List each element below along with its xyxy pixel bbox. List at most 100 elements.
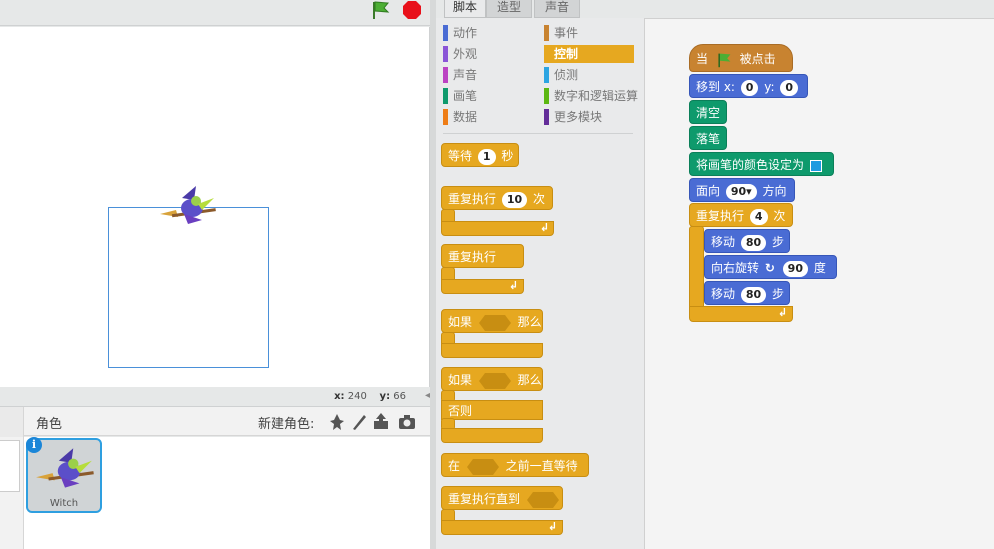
new-sprite-label: 新建角色: xyxy=(258,417,315,432)
block-repeat-4[interactable]: 重复执行 4 次 xyxy=(689,203,793,227)
camera-sprite-icon[interactable] xyxy=(397,412,417,432)
category-swatch xyxy=(544,46,549,62)
stage-toolbar xyxy=(0,0,430,26)
condition-slot[interactable] xyxy=(466,458,499,475)
wait-seconds-input[interactable]: 1 xyxy=(477,148,496,165)
block-when-flag-clicked[interactable]: 当 被点击 xyxy=(689,44,793,72)
block-pen-down[interactable]: 落笔 xyxy=(689,126,727,150)
tab-costumes[interactable]: 造型 xyxy=(486,0,532,18)
turn-degrees-input[interactable]: 90 xyxy=(782,260,808,277)
category-label: 外观 xyxy=(453,47,478,61)
category-events[interactable]: 事件 xyxy=(544,24,578,42)
category-pen[interactable]: 画笔 xyxy=(443,87,477,105)
block-if-else[interactable]: 如果 那么 xyxy=(441,367,543,391)
block-label: 度 xyxy=(813,261,826,275)
category-label: 更多模块 xyxy=(554,110,603,124)
sprite-panel-title: 角色 xyxy=(36,417,63,432)
category-label: 数字和逻辑运算 xyxy=(554,89,639,103)
category-swatch xyxy=(443,67,448,83)
block-label: 被点击 xyxy=(739,52,776,66)
category-swatch xyxy=(544,25,549,41)
block-go-to-xy[interactable]: 移到 x: 0 y: 0 xyxy=(689,74,808,98)
loop-arrow-icon: ↲ xyxy=(509,279,519,292)
block-repeat-until[interactable]: 重复执行直到 xyxy=(441,486,563,510)
category-control[interactable]: 控制 xyxy=(544,45,634,63)
category-looks[interactable]: 外观 xyxy=(443,45,477,63)
block-label: 重复执行 xyxy=(448,192,497,206)
witch-sprite[interactable] xyxy=(158,184,218,230)
block-label: 移到 x: xyxy=(696,80,735,94)
green-flag-icon[interactable] xyxy=(370,0,390,20)
category-label: 控制 xyxy=(554,47,579,61)
block-label: 如果 xyxy=(448,373,473,387)
category-swatch xyxy=(443,109,448,125)
category-swatch xyxy=(544,109,549,125)
pen-color-swatch[interactable] xyxy=(809,159,822,172)
tab-sounds[interactable]: 声音 xyxy=(534,0,580,18)
choose-sprite-icon[interactable] xyxy=(327,412,347,432)
category-swatch xyxy=(544,67,549,83)
stage-canvas[interactable] xyxy=(0,27,430,387)
block-label: 重复执行 xyxy=(696,209,745,223)
stage-thumbnail[interactable] xyxy=(0,440,20,492)
block-label: 秒 xyxy=(501,149,514,163)
block-label: 移动 xyxy=(711,235,736,249)
block-label: 方向 xyxy=(762,184,787,198)
repeat-count-input[interactable]: 4 xyxy=(749,208,768,225)
mouse-coordinates: x: 240 y: 66 xyxy=(0,388,430,406)
category-motion[interactable]: 动作 xyxy=(443,24,477,42)
block-point-direction[interactable]: 面向 90▾ 方向 xyxy=(689,178,795,202)
loop-arrow-icon: ↲ xyxy=(548,520,558,533)
block-forever[interactable]: 重复执行 xyxy=(441,244,524,268)
block-label: 次 xyxy=(532,192,545,206)
stop-icon[interactable] xyxy=(402,0,422,20)
category-divider xyxy=(443,133,633,134)
direction-dropdown[interactable]: 90▾ xyxy=(725,183,757,200)
category-more-blocks[interactable]: 更多模块 xyxy=(544,108,602,126)
block-move-steps[interactable]: 移动 80 步 xyxy=(704,229,790,253)
goto-x-input[interactable]: 0 xyxy=(740,79,759,96)
c-block-arm xyxy=(689,226,704,314)
pen-drawn-square xyxy=(108,207,269,368)
category-label: 动作 xyxy=(453,26,478,40)
block-if-then[interactable]: 如果 那么 xyxy=(441,309,543,333)
block-label: 如果 xyxy=(448,315,473,329)
else-label-bar: 否则 xyxy=(441,400,543,420)
category-swatch xyxy=(443,25,448,41)
rotate-clockwise-icon: ↻ xyxy=(764,261,775,275)
condition-slot[interactable] xyxy=(478,314,511,331)
move-steps-input[interactable]: 80 xyxy=(740,286,767,303)
category-sensing[interactable]: 侦测 xyxy=(544,66,578,84)
c-block-bottom xyxy=(441,428,543,443)
block-set-pen-color[interactable]: 将画笔的颜色设定为 xyxy=(689,152,834,176)
tab-scripts[interactable]: 脚本 xyxy=(444,0,486,18)
info-icon[interactable]: i xyxy=(26,437,42,453)
coord-y-value: 66 xyxy=(393,391,406,402)
condition-slot[interactable] xyxy=(478,372,511,389)
upload-sprite-icon[interactable] xyxy=(371,412,391,432)
category-data[interactable]: 数据 xyxy=(443,108,477,126)
block-clear[interactable]: 清空 xyxy=(689,100,727,124)
block-move-steps[interactable]: 移动 80 步 xyxy=(704,281,790,305)
goto-y-input[interactable]: 0 xyxy=(780,79,799,96)
category-sound[interactable]: 声音 xyxy=(443,66,477,84)
block-turn-right[interactable]: 向右旋转 ↻ 90 度 xyxy=(704,255,837,279)
paint-sprite-icon[interactable] xyxy=(349,412,369,432)
coord-x-label: x: xyxy=(334,391,345,402)
block-wait-until[interactable]: 在 之前一直等待 xyxy=(441,453,589,477)
block-label: 面向 xyxy=(696,184,721,198)
block-label: 次 xyxy=(773,209,786,223)
block-repeat[interactable]: 重复执行 10 次 xyxy=(441,186,553,210)
block-label: 移动 xyxy=(711,287,736,301)
c-block-bottom xyxy=(441,520,563,535)
move-steps-input[interactable]: 80 xyxy=(740,234,767,251)
condition-slot[interactable] xyxy=(526,491,559,508)
category-swatch xyxy=(443,88,448,104)
block-label: 清空 xyxy=(696,106,721,120)
block-label: 当 xyxy=(696,52,709,66)
category-label: 数据 xyxy=(453,110,478,124)
block-wait[interactable]: 等待 1 秒 xyxy=(441,143,519,167)
repeat-count-input[interactable]: 10 xyxy=(501,191,528,208)
category-operators[interactable]: 数字和逻辑运算 xyxy=(544,87,638,105)
category-label: 画笔 xyxy=(453,89,478,103)
